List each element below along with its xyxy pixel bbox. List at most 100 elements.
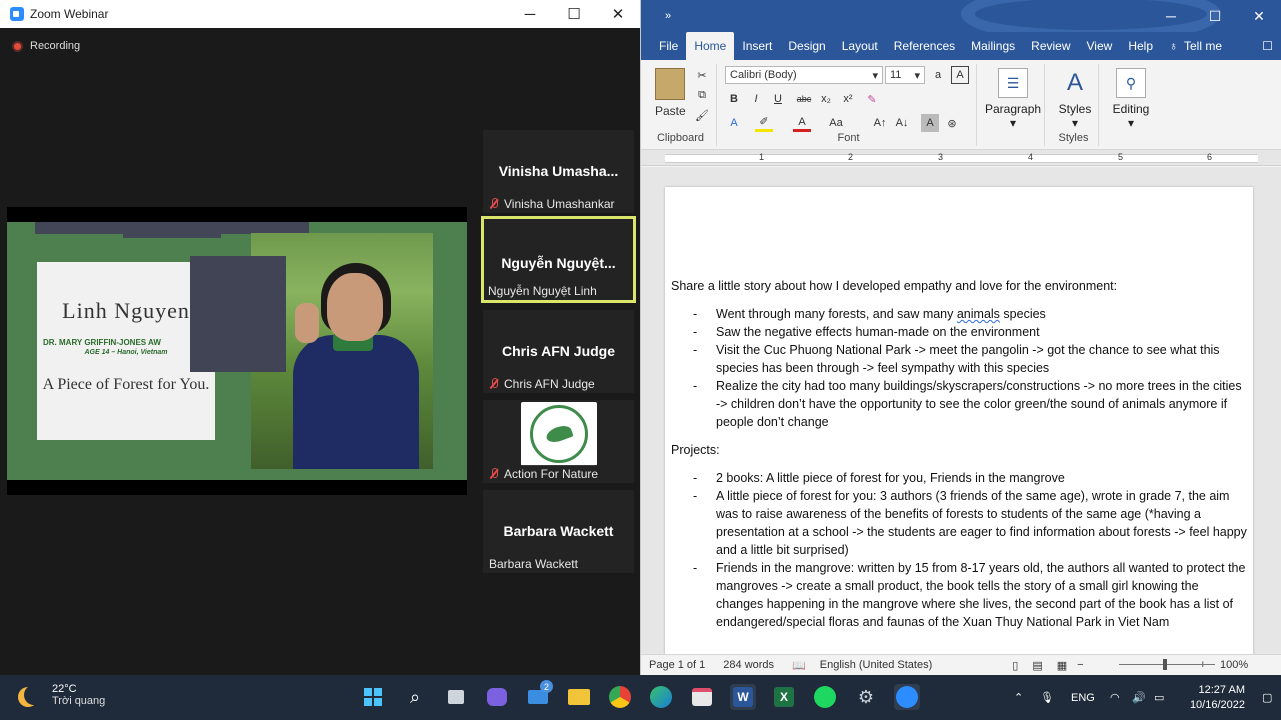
tab-references[interactable]: References: [886, 32, 963, 60]
maximize-button[interactable]: ☐: [552, 0, 596, 28]
print-layout-icon[interactable]: ▤: [1032, 659, 1042, 672]
document-page[interactable]: Share a little story about how I develop…: [665, 187, 1253, 654]
search-icon: ⚲: [1116, 68, 1146, 98]
enclose-characters-icon[interactable]: ⊛: [943, 114, 961, 132]
chevron-down-icon: ▾: [1009, 116, 1017, 130]
tell-me-search[interactable]: ♁ Tell me: [1161, 32, 1230, 60]
styles-group: A Styles ▾ Styles: [1049, 64, 1099, 146]
close-button[interactable]: ✕: [1237, 0, 1281, 32]
format-painter-icon[interactable]: 🖌: [693, 106, 711, 124]
show-hidden-icons-chevron-icon[interactable]: ⌃: [1014, 675, 1023, 720]
cut-icon[interactable]: ✂: [693, 66, 711, 84]
file-explorer-icon[interactable]: [566, 684, 592, 710]
tab-insert[interactable]: Insert: [734, 32, 780, 60]
text-effects-icon[interactable]: A: [725, 114, 743, 132]
start-icon[interactable]: [360, 684, 386, 710]
task-view-icon[interactable]: [443, 684, 469, 710]
weather-widget[interactable]: 22°C Trời quang: [16, 683, 105, 707]
web-layout-icon[interactable]: ▦: [1057, 659, 1067, 672]
zoom-level[interactable]: 100%: [1220, 659, 1248, 671]
word-count[interactable]: 284 words: [723, 659, 774, 671]
horizontal-ruler[interactable]: 1 2 3 4 5 6: [641, 150, 1281, 166]
subscript-icon[interactable]: x₂: [817, 90, 835, 108]
tab-layout[interactable]: Layout: [834, 32, 886, 60]
tab-design[interactable]: Design: [780, 32, 833, 60]
styles-icon: A: [1066, 69, 1083, 96]
tab-home[interactable]: Home: [686, 32, 735, 60]
tab-review[interactable]: Review: [1023, 32, 1078, 60]
highlight-icon[interactable]: ✐: [755, 114, 773, 132]
font-size-select[interactable]: 11 ▾: [885, 66, 925, 84]
character-shading-icon[interactable]: A: [921, 114, 939, 132]
zoom-out-icon[interactable]: −: [1077, 659, 1083, 671]
strikethrough-icon[interactable]: abc: [795, 90, 813, 108]
participant-tile[interactable]: Barbara Wackett Barbara Wackett: [483, 490, 634, 573]
underline-icon[interactable]: U: [769, 90, 787, 108]
grow-font-icon[interactable]: A↑: [871, 114, 889, 132]
copy-icon[interactable]: ⧉: [693, 86, 711, 104]
tab-help[interactable]: Help: [1120, 32, 1161, 60]
snipping-tool-icon[interactable]: [689, 684, 715, 710]
chat-icon[interactable]: [484, 684, 510, 710]
font-name-select[interactable]: Calibri (Body) ▾: [725, 66, 883, 84]
minimize-button[interactable]: ─: [508, 0, 552, 28]
paste-button[interactable]: Paste: [655, 104, 686, 118]
presentation-slide: Linh Nguyen DR. MARY GRIFFIN-JONES AW AG…: [7, 222, 467, 480]
read-mode-icon[interactable]: ▯: [1012, 659, 1018, 672]
comments-icon[interactable]: ☐: [1254, 32, 1281, 60]
tab-view[interactable]: View: [1079, 32, 1121, 60]
spelling-error-word[interactable]: animals: [957, 307, 1000, 321]
settings-gear-icon[interactable]: ⚙: [853, 684, 879, 710]
spotify-icon[interactable]: [812, 684, 838, 710]
italic-icon[interactable]: I: [747, 90, 765, 108]
status-bar: Page 1 of 1 284 words 📖 English (United …: [641, 654, 1281, 675]
editing-button[interactable]: ⚲ Editing ▾: [1105, 68, 1157, 130]
photo-face: [327, 273, 383, 341]
close-button[interactable]: ✕: [596, 0, 640, 28]
change-case-aa-icon[interactable]: Aa: [827, 114, 845, 132]
chrome-icon[interactable]: [607, 684, 633, 710]
zoom-slider-knob[interactable]: [1163, 659, 1167, 670]
quick-access-toolbar-button[interactable]: »: [665, 10, 671, 22]
mail-icon[interactable]: 2: [525, 680, 553, 710]
battery-icon[interactable]: ▭: [1154, 675, 1164, 720]
paragraph-group: ☰ Paragraph ▾: [981, 64, 1045, 146]
language-indicator[interactable]: ENG: [1071, 675, 1095, 720]
character-border-icon[interactable]: A: [951, 66, 969, 84]
styles-button[interactable]: A Styles ▾: [1053, 68, 1097, 130]
zoom-slider[interactable]: [1119, 659, 1215, 670]
proofing-icon[interactable]: 📖: [792, 659, 806, 672]
notification-icon[interactable]: ▢: [1262, 675, 1272, 720]
participant-tile[interactable]: Vinisha Umasha... Vinisha Umashankar: [483, 130, 634, 213]
clear-formatting-icon[interactable]: ✎: [863, 90, 881, 108]
change-case-icon[interactable]: a: [929, 66, 947, 84]
shrink-font-icon[interactable]: A↓: [893, 114, 911, 132]
list-item: Went through many forests, and saw many …: [693, 305, 1247, 323]
word-taskbar-icon[interactable]: W: [730, 684, 756, 710]
edge-icon[interactable]: [648, 684, 674, 710]
language[interactable]: English (United States): [820, 659, 933, 671]
search-icon[interactable]: ⌕: [402, 684, 428, 710]
bold-icon[interactable]: B: [725, 90, 743, 108]
participant-tile[interactable]: Chris AFN Judge Chris AFN Judge: [483, 310, 634, 393]
participant-tile[interactable]: Action For Nature: [483, 400, 634, 483]
taskbar: 22°C Trời quang ⌕ 2 W X ⚙ ⌃ 🎙 ENG ◠ 🔊 ▭ …: [0, 675, 1281, 720]
superscript-icon[interactable]: x²: [839, 90, 857, 108]
paste-icon[interactable]: [655, 68, 685, 100]
zoom-taskbar-icon[interactable]: [894, 684, 920, 710]
volume-icon[interactable]: 🔊: [1132, 675, 1146, 720]
maximize-button[interactable]: ☐: [1193, 0, 1237, 32]
participant-tile-active-speaker[interactable]: Nguyễn Nguyệt... Nguyễn Nguyệt Linh: [481, 216, 636, 303]
recording-indicator[interactable]: Recording: [12, 40, 80, 52]
minimize-button[interactable]: ─: [1149, 0, 1193, 32]
font-color-icon[interactable]: A: [793, 114, 811, 132]
tab-file[interactable]: File: [651, 32, 686, 60]
zoom-in-icon[interactable]: +: [1200, 659, 1206, 671]
excel-icon[interactable]: X: [771, 684, 797, 710]
wifi-icon[interactable]: ◠: [1110, 675, 1120, 720]
paragraph-button[interactable]: ☰ Paragraph ▾: [985, 68, 1041, 130]
microphone-icon[interactable]: 🎙: [1040, 675, 1054, 720]
system-clock[interactable]: 12:27 AM 10/16/2022: [1190, 683, 1245, 713]
page-count[interactable]: Page 1 of 1: [649, 659, 705, 671]
tab-mailings[interactable]: Mailings: [963, 32, 1023, 60]
